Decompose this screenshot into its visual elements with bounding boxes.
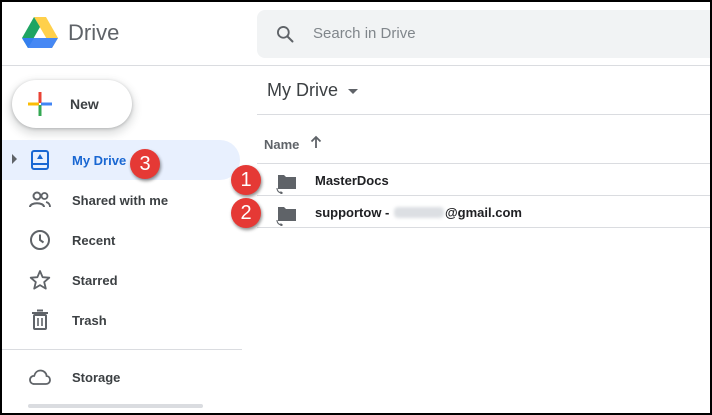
file-name: supportow - @gmail.com <box>315 205 522 220</box>
arrow-up-icon[interactable] <box>308 134 324 150</box>
sidebar-item-recent[interactable]: Recent <box>2 220 242 260</box>
title-divider <box>257 114 710 115</box>
sidebar-item-shared-with-me[interactable]: Shared with me <box>2 180 242 220</box>
trash-icon <box>32 309 48 330</box>
sidebar-divider <box>2 349 242 350</box>
column-header-name[interactable]: Name <box>264 137 299 152</box>
sidebar-item-label: Starred <box>72 273 118 288</box>
annotation-badge-1: 1 <box>231 165 261 195</box>
page-title[interactable]: My Drive <box>267 80 338 101</box>
file-name: MasterDocs <box>315 173 389 188</box>
file-name-suffix: @gmail.com <box>445 205 522 220</box>
my-drive-icon <box>31 150 49 170</box>
star-icon <box>29 270 51 290</box>
cloud-icon <box>29 369 51 385</box>
sidebar-item-label: Trash <box>72 313 107 328</box>
app-window: Drive Search in Drive New My Drive Share… <box>0 0 712 415</box>
storage-usage-bar <box>28 404 203 408</box>
new-button-label: New <box>70 96 99 112</box>
sidebar-item-trash[interactable]: Trash <box>2 300 242 340</box>
sidebar-item-my-drive[interactable]: My Drive <box>2 140 240 180</box>
annotation-badge-2: 2 <box>231 198 261 228</box>
clock-icon <box>30 230 50 250</box>
shared-folder-icon <box>276 207 296 226</box>
sidebar-item-starred[interactable]: Starred <box>2 260 242 300</box>
file-row-masterdocs[interactable]: MasterDocs <box>257 164 710 196</box>
redacted-text <box>394 207 444 218</box>
search-box[interactable]: Search in Drive <box>257 10 710 58</box>
people-icon <box>29 191 51 208</box>
file-row-supportow[interactable]: supportow - @gmail.com <box>257 196 710 228</box>
sidebar-item-label: Recent <box>72 233 116 248</box>
file-name-prefix: supportow - <box>315 205 393 220</box>
google-drive-logo-icon[interactable] <box>22 17 58 50</box>
app-name[interactable]: Drive <box>68 20 119 46</box>
annotation-badge-3: 3 <box>130 149 160 179</box>
expand-caret-icon[interactable] <box>12 154 17 164</box>
row-divider <box>257 227 710 228</box>
sidebar-item-label: Shared with me <box>72 193 169 208</box>
sidebar-item-storage[interactable]: Storage <box>2 357 242 397</box>
plus-icon <box>28 92 52 116</box>
top-bar: Drive Search in Drive <box>2 2 710 66</box>
sidebar-item-label: My Drive <box>72 153 127 168</box>
search-input[interactable]: Search in Drive <box>313 25 416 42</box>
new-button[interactable]: New <box>12 80 132 128</box>
sidebar-item-label: Storage <box>72 370 121 385</box>
search-icon[interactable] <box>275 24 295 44</box>
chevron-down-icon[interactable] <box>348 89 358 94</box>
shared-folder-icon <box>276 175 296 194</box>
